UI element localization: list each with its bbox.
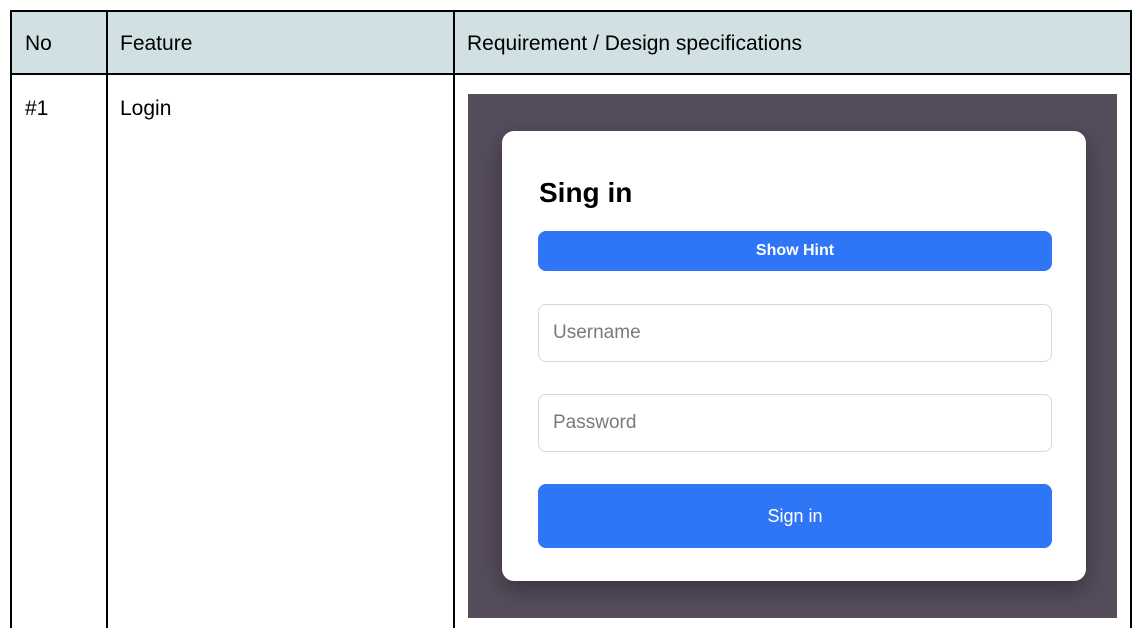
signin-card: Sing in Show Hint Username Password Sign…	[502, 131, 1086, 581]
row-1-feature: Login	[120, 97, 172, 120]
table-header-divider	[10, 73, 1132, 75]
table-border-right	[1130, 10, 1132, 628]
show-hint-button[interactable]: Show Hint	[538, 231, 1052, 271]
signin-title: Sing in	[539, 177, 633, 208]
password-field[interactable]: Password	[538, 394, 1052, 452]
table-column-divider-1	[106, 10, 108, 628]
table-column-divider-2	[453, 10, 455, 628]
spec-table: No Feature Requirement / Design specific…	[10, 10, 1132, 628]
signin-button[interactable]: Sign in	[538, 484, 1052, 548]
row-1-no: #1	[25, 97, 49, 120]
table-border-left	[10, 10, 12, 628]
table-border-top	[10, 10, 1132, 12]
header-feature: Feature	[120, 32, 193, 55]
header-no: No	[25, 32, 52, 55]
header-requirement: Requirement / Design specifications	[467, 32, 802, 55]
username-field[interactable]: Username	[538, 304, 1052, 362]
login-mockup: Sing in Show Hint Username Password Sign…	[468, 94, 1117, 618]
